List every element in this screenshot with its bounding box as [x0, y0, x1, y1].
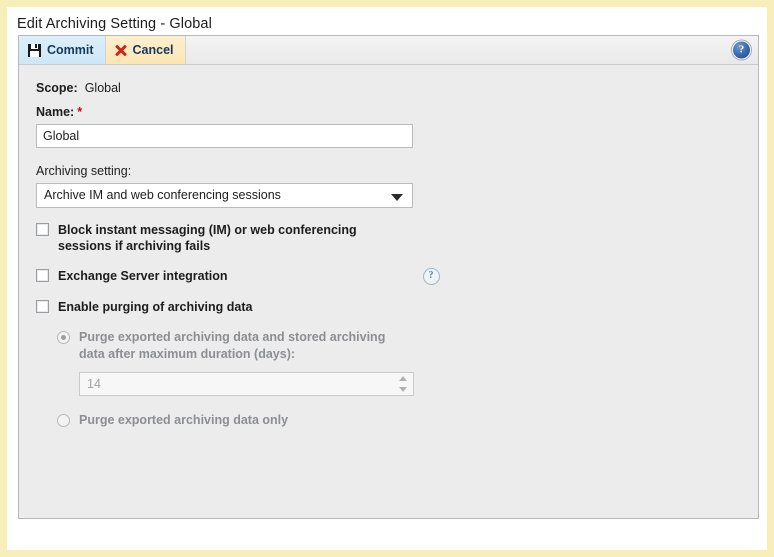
scope-row: Scope: Global — [36, 81, 758, 95]
edit-archiving-setting-panel: Commit Cancel ? Scope: Global Name:* — [18, 35, 759, 519]
commit-button-label: Commit — [47, 43, 94, 57]
cancel-button-label: Cancel — [133, 43, 174, 57]
required-marker: * — [77, 105, 82, 119]
enable-purging-label: Enable purging of archiving data — [58, 299, 252, 315]
page-title: Edit Archiving Setting - Global — [17, 11, 212, 37]
purge-exported-only-label: Purge exported archiving data only — [79, 412, 288, 429]
purge-duration-radio — [57, 331, 70, 344]
block-archiving-fails-row[interactable]: Block instant messaging (IM) or web conf… — [36, 222, 758, 254]
purge-duration-row: Purge exported archiving data and stored… — [57, 329, 758, 363]
help-icon[interactable]: ? — [732, 41, 751, 60]
exchange-integration-label: Exchange Server integration — [58, 268, 228, 284]
name-label-row: Name:* — [36, 105, 758, 119]
toolbar-empty-area: ? — [186, 36, 758, 64]
enable-purging-row[interactable]: Enable purging of archiving data — [36, 299, 758, 315]
exchange-integration-row[interactable]: Exchange Server integration ? — [36, 268, 758, 285]
purge-exported-only-radio — [57, 414, 70, 427]
archiving-setting-label: Archiving setting: — [36, 164, 758, 178]
name-label: Name: — [36, 105, 74, 119]
duration-days-value: 14 — [87, 373, 101, 395]
enable-purging-checkbox[interactable] — [36, 300, 49, 313]
purge-duration-label: Purge exported archiving data and stored… — [79, 329, 409, 363]
block-archiving-fails-label: Block instant messaging (IM) or web conf… — [58, 222, 403, 254]
scope-value: Global — [85, 81, 121, 95]
block-archiving-fails-checkbox[interactable] — [36, 223, 49, 236]
commit-button[interactable]: Commit — [19, 36, 106, 64]
form-body: Scope: Global Name:* Archiving setting: A… — [19, 65, 758, 429]
chevron-down-icon — [391, 194, 403, 201]
cancel-button[interactable]: Cancel — [106, 36, 186, 64]
name-input-row — [36, 124, 758, 148]
archiving-setting-row: Archive IM and web conferencing sessions — [36, 183, 758, 208]
save-icon — [28, 44, 41, 57]
name-input[interactable] — [36, 124, 413, 148]
archiving-setting-selected-value: Archive IM and web conferencing sessions — [44, 184, 281, 207]
archiving-setting-dropdown[interactable]: Archive IM and web conferencing sessions — [36, 183, 413, 208]
stepper-buttons — [397, 375, 410, 393]
duration-days-stepper: 14 — [79, 372, 414, 396]
purge-options-group: Purge exported archiving data and stored… — [57, 329, 758, 429]
exchange-integration-help-icon[interactable]: ? — [423, 268, 440, 285]
scope-label: Scope: — [36, 81, 78, 95]
application-window: Edit Archiving Setting - Global Commit C… — [0, 0, 774, 557]
stepper-down-icon — [399, 387, 407, 392]
exchange-integration-checkbox[interactable] — [36, 269, 49, 282]
close-x-icon — [115, 44, 127, 56]
purge-exported-only-row: Purge exported archiving data only — [57, 412, 758, 429]
toolbar: Commit Cancel ? — [19, 36, 758, 65]
stepper-up-icon — [399, 376, 407, 381]
